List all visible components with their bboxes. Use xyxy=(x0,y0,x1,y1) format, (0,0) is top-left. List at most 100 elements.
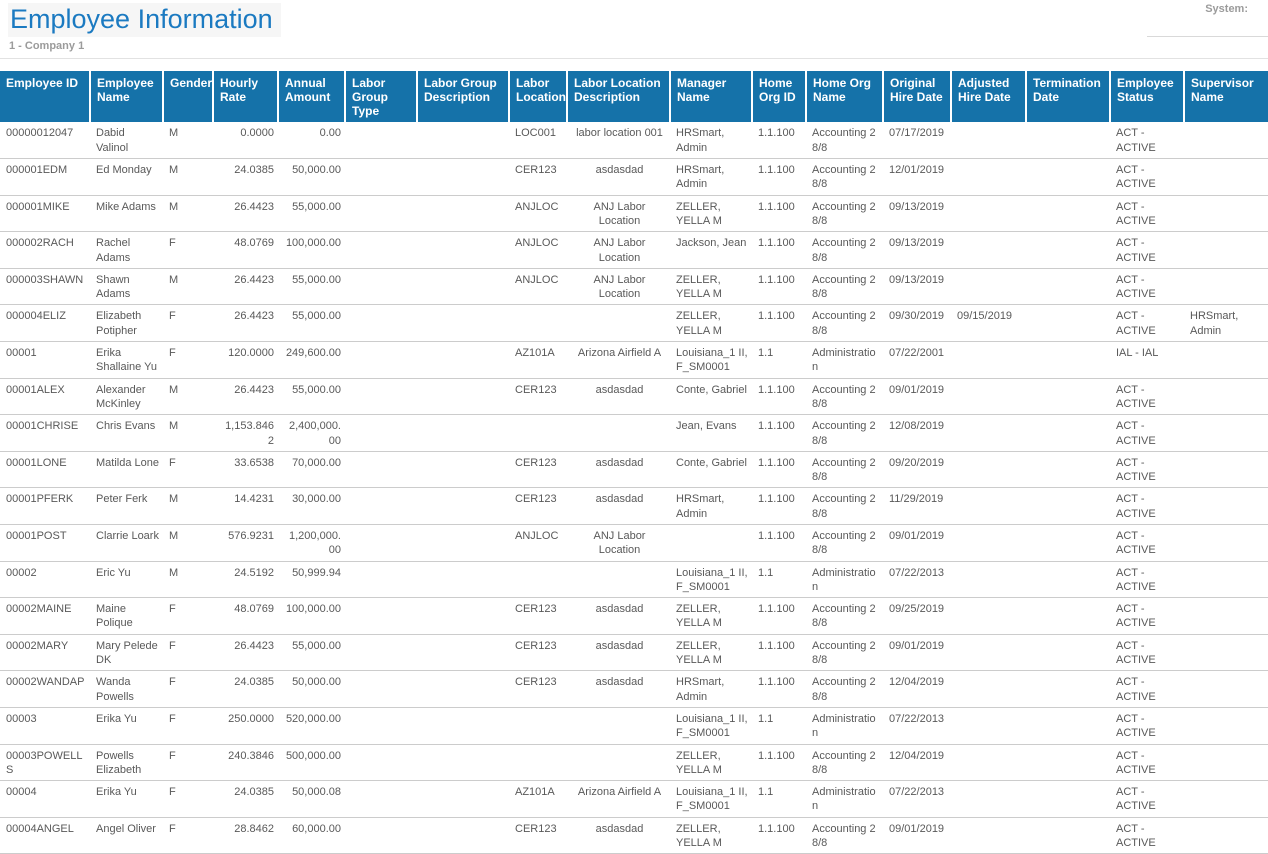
table-row: 000002RACHRachel AdamsF48.0769100,000.00… xyxy=(0,232,1268,269)
table-row: 00001PFERKPeter FerkM14.423130,000.00CER… xyxy=(0,488,1268,525)
table-row: 00003POWELLSPowells ElizabethF240.384650… xyxy=(0,744,1268,781)
cell-labor_group_desc xyxy=(417,342,509,379)
table-row: 00001Erika Shallaine YuF120.0000249,600.… xyxy=(0,342,1268,379)
cell-termination_date xyxy=(1026,232,1110,269)
cell-gender: F xyxy=(163,671,213,708)
cell-termination_date xyxy=(1026,268,1110,305)
cell-labor_location xyxy=(509,561,567,598)
cell-labor_location: CER123 xyxy=(509,488,567,525)
page-title: Employee Information xyxy=(8,3,281,37)
cell-hourly_rate: 1,153.8462 xyxy=(213,415,278,452)
cell-home_org_name: Accounting 2 8/8 xyxy=(806,671,883,708)
cell-labor_location_desc: asdasdad xyxy=(567,634,670,671)
cell-labor_location_desc: asdasdad xyxy=(567,378,670,415)
cell-manager_name: Louisiana_1 II, F_SM0001 xyxy=(670,342,752,379)
cell-annual_amount: 249,600.00 xyxy=(278,342,345,379)
cell-adjusted_hire_date xyxy=(951,598,1026,635)
cell-labor_group_type xyxy=(345,451,417,488)
cell-gender: M xyxy=(163,561,213,598)
cell-employee_status: ACT - ACTIVE xyxy=(1110,781,1184,818)
cell-termination_date xyxy=(1026,195,1110,232)
cell-gender: M xyxy=(163,415,213,452)
cell-employee_status: ACT - ACTIVE xyxy=(1110,451,1184,488)
table-row: 00004ANGELAngel OliverF28.846260,000.00C… xyxy=(0,817,1268,854)
cell-home_org_id: 1.1.100 xyxy=(752,415,806,452)
cell-hourly_rate: 28.8462 xyxy=(213,817,278,854)
cell-annual_amount: 55,000.00 xyxy=(278,305,345,342)
cell-home_org_id: 1.1.100 xyxy=(752,598,806,635)
cell-hourly_rate: 33.6538 xyxy=(213,451,278,488)
cell-manager_name: HRSmart, Admin xyxy=(670,122,752,158)
cell-labor_group_type xyxy=(345,195,417,232)
cell-adjusted_hire_date xyxy=(951,488,1026,525)
cell-labor_group_type xyxy=(345,671,417,708)
cell-gender: M xyxy=(163,525,213,562)
column-header-employee_status: Employee Status xyxy=(1110,71,1184,122)
cell-supervisor_name xyxy=(1184,525,1268,562)
cell-original_hire_date: 09/30/2019 xyxy=(883,305,951,342)
cell-employee_id: 00003POWELLS xyxy=(0,744,90,781)
cell-home_org_id: 1.1.100 xyxy=(752,378,806,415)
cell-gender: F xyxy=(163,634,213,671)
cell-manager_name: Louisiana_1 II, F_SM0001 xyxy=(670,561,752,598)
cell-employee_name: Rachel Adams xyxy=(90,232,163,269)
table-row: 00002MARYMary Pelede DKF26.442355,000.00… xyxy=(0,634,1268,671)
cell-home_org_name: Accounting 2 8/8 xyxy=(806,305,883,342)
cell-adjusted_hire_date xyxy=(951,671,1026,708)
cell-employee_name: Erika Shallaine Yu xyxy=(90,342,163,379)
cell-home_org_id: 1.1.100 xyxy=(752,122,806,158)
cell-original_hire_date: 09/13/2019 xyxy=(883,195,951,232)
cell-labor_location_desc xyxy=(567,415,670,452)
cell-employee_id: 00001ALEX xyxy=(0,378,90,415)
cell-employee_id: 00002 xyxy=(0,561,90,598)
cell-home_org_id: 1.1.100 xyxy=(752,305,806,342)
cell-home_org_id: 1.1.100 xyxy=(752,671,806,708)
cell-labor_group_type xyxy=(345,232,417,269)
cell-employee_name: Peter Ferk xyxy=(90,488,163,525)
cell-adjusted_hire_date xyxy=(951,561,1026,598)
cell-employee_status: ACT - ACTIVE xyxy=(1110,488,1184,525)
cell-labor_location_desc: Arizona Airfield A xyxy=(567,342,670,379)
cell-gender: M xyxy=(163,122,213,158)
cell-labor_location_desc: ANJ Labor Location xyxy=(567,232,670,269)
cell-hourly_rate: 0.0000 xyxy=(213,122,278,158)
cell-home_org_id: 1.1.100 xyxy=(752,817,806,854)
cell-manager_name: HRSmart, Admin xyxy=(670,671,752,708)
cell-manager_name: HRSmart, Admin xyxy=(670,159,752,196)
cell-annual_amount: 50,000.00 xyxy=(278,671,345,708)
column-header-annual_amount: Annual Amount xyxy=(278,71,345,122)
column-header-termination_date: Termination Date xyxy=(1026,71,1110,122)
cell-employee_name: Mike Adams xyxy=(90,195,163,232)
cell-employee_status: ACT - ACTIVE xyxy=(1110,195,1184,232)
cell-labor_group_desc xyxy=(417,305,509,342)
column-header-supervisor_name: Supervisor Name xyxy=(1184,71,1268,122)
cell-adjusted_hire_date xyxy=(951,817,1026,854)
cell-hourly_rate: 24.0385 xyxy=(213,159,278,196)
cell-employee_name: Matilda Lone xyxy=(90,451,163,488)
cell-annual_amount: 100,000.00 xyxy=(278,598,345,635)
cell-original_hire_date: 07/22/2013 xyxy=(883,781,951,818)
cell-employee_name: Ed Monday xyxy=(90,159,163,196)
cell-home_org_name: Administration xyxy=(806,561,883,598)
cell-adjusted_hire_date xyxy=(951,122,1026,158)
column-header-labor_group_type: Labor Group Type xyxy=(345,71,417,122)
cell-labor_group_type xyxy=(345,268,417,305)
cell-employee_name: Maine Polique xyxy=(90,598,163,635)
cell-labor_location_desc: asdasdad xyxy=(567,671,670,708)
cell-adjusted_hire_date xyxy=(951,342,1026,379)
cell-supervisor_name: HRSmart, Admin xyxy=(1184,305,1268,342)
cell-home_org_id: 1.1.100 xyxy=(752,268,806,305)
cell-adjusted_hire_date xyxy=(951,268,1026,305)
cell-labor_group_type xyxy=(345,122,417,158)
cell-labor_group_desc xyxy=(417,817,509,854)
cell-labor_group_desc xyxy=(417,525,509,562)
company-subtitle: 1 - Company 1 xyxy=(0,40,1268,59)
cell-labor_location_desc xyxy=(567,744,670,781)
cell-adjusted_hire_date xyxy=(951,159,1026,196)
cell-manager_name: ZELLER, YELLA M xyxy=(670,634,752,671)
table-row: 00004Erika YuF24.038550,000.08AZ101AAriz… xyxy=(0,781,1268,818)
cell-employee_status: ACT - ACTIVE xyxy=(1110,525,1184,562)
cell-labor_location_desc: ANJ Labor Location xyxy=(567,268,670,305)
cell-home_org_name: Accounting 2 8/8 xyxy=(806,232,883,269)
cell-employee_name: Alexander McKinley xyxy=(90,378,163,415)
